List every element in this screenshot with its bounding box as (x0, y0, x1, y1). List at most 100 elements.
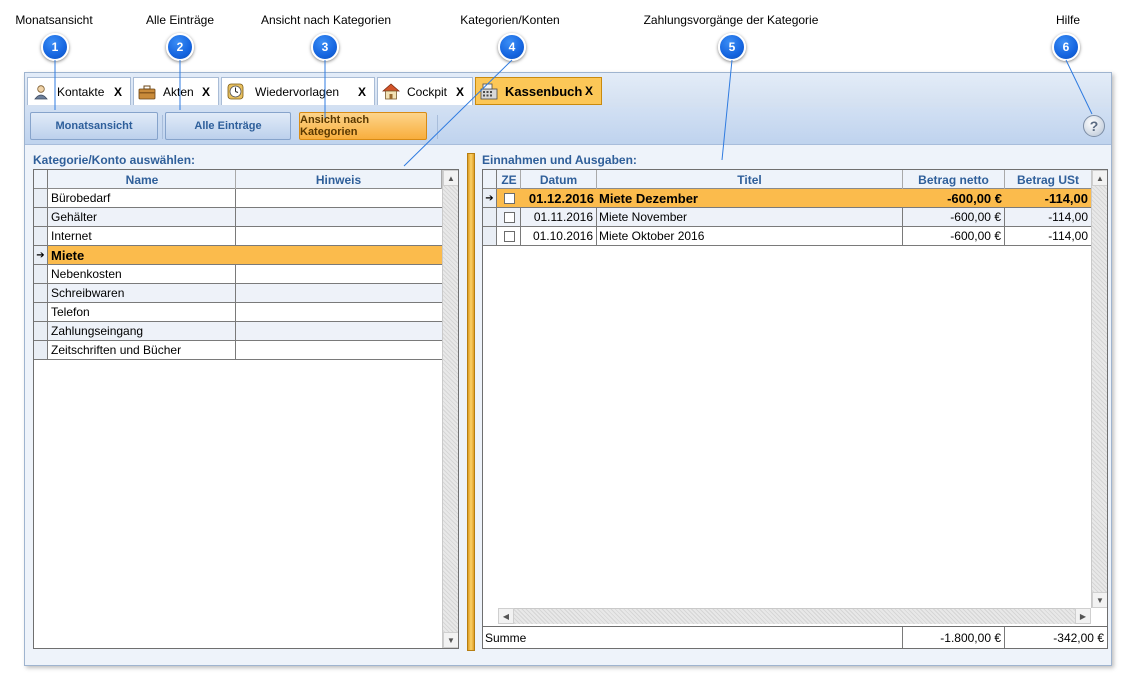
category-row[interactable]: Schreibwaren (34, 284, 442, 303)
scroll-up-arrow-icon[interactable]: ▲ (1092, 170, 1107, 186)
clock-icon (226, 83, 244, 101)
scroll-down-arrow-icon[interactable]: ▼ (1092, 592, 1107, 608)
category-note (236, 284, 442, 302)
annotation-badge-4: 4 (498, 33, 526, 61)
transaction-row-selected[interactable]: ➔ 01.12.2016 Miete Dezember -600,00 € -1… (483, 189, 1091, 208)
transaction-net-amount: -600,00 € (947, 190, 1002, 206)
tab-label: Kassenbuch (505, 83, 583, 99)
annotation-label-4: Kategorien/Konten (460, 13, 560, 27)
help-icon[interactable]: ? (1083, 115, 1105, 137)
ze-checkbox-cell[interactable] (498, 208, 521, 226)
category-name: Internet (49, 227, 236, 245)
category-note (236, 246, 442, 264)
summary-label: Summe (483, 627, 903, 648)
category-name: Telefon (49, 303, 236, 321)
category-row[interactable]: Nebenkosten (34, 265, 442, 284)
category-name: Nebenkosten (49, 265, 236, 283)
transactions-grid-header: ZE Datum Titel Betrag netto Betrag USt (483, 170, 1091, 189)
summary-net-total: -1.800,00 € (903, 627, 1005, 648)
tab-wiedervorlagen[interactable]: Wiedervorlagen X (221, 77, 375, 105)
column-header-name[interactable]: Name (49, 170, 236, 189)
ze-checkbox[interactable] (503, 211, 515, 223)
category-note (236, 189, 442, 207)
column-header-ze[interactable]: ZE (498, 170, 521, 189)
column-header-datum[interactable]: Datum (521, 170, 597, 189)
all-entries-button[interactable]: Alle Einträge (165, 112, 291, 140)
summary-vat-total: -342,00 € (1053, 630, 1104, 645)
close-tab-cockpit-button[interactable]: X (456, 85, 464, 99)
category-row[interactable]: Internet (34, 227, 442, 246)
tab-label: Cockpit (407, 84, 448, 99)
category-name: Zahlungseingang (49, 322, 236, 340)
scroll-up-arrow-icon[interactable]: ▲ (443, 170, 458, 186)
column-header-betrag-ust[interactable]: Betrag USt (1005, 170, 1091, 189)
row-indicator-header (34, 170, 48, 188)
category-row[interactable]: Gehälter (34, 208, 442, 227)
annotation-label-3: Ansicht nach Kategorien (260, 13, 392, 27)
column-header-hinweis[interactable]: Hinweis (236, 170, 442, 189)
category-row[interactable]: Bürobedarf (34, 189, 442, 208)
panel-splitter[interactable] (467, 153, 475, 651)
toolbar-divider (437, 115, 438, 139)
month-view-button[interactable]: Monatsansicht (30, 112, 158, 140)
close-tab-wiedervorlagen-button[interactable]: X (358, 85, 366, 99)
toolbar-divider (162, 115, 163, 139)
transactions-summary-row: Summe -1.800,00 € -342,00 € (483, 626, 1107, 648)
ze-checkbox-cell[interactable] (498, 227, 521, 245)
column-header-betrag-netto[interactable]: Betrag netto (903, 170, 1005, 189)
category-grid-header: Name Hinweis (34, 170, 442, 189)
category-row[interactable]: Zeitschriften und Bücher (34, 341, 442, 360)
transaction-title: Miete Oktober 2016 (597, 227, 903, 245)
tab-cockpit[interactable]: Cockpit X (377, 77, 473, 105)
tab-bar: Kontakte X Akten X Wiedervorlagen X Cock… (25, 73, 1111, 107)
row-indicator (483, 208, 497, 226)
category-name: Zeitschriften und Bücher (49, 341, 236, 359)
tab-label: Wiedervorlagen (255, 84, 340, 99)
tab-label: Kontakte (57, 84, 105, 99)
category-row[interactable]: Zahlungseingang (34, 322, 442, 341)
transaction-net-amount: -600,00 € (903, 227, 1005, 245)
transaction-row[interactable]: 01.11.2016 Miete November -600,00 € -114… (483, 208, 1091, 227)
category-grid: Name Hinweis Bürobedarf Gehälter Interne… (33, 169, 459, 649)
scroll-down-arrow-icon[interactable]: ▼ (443, 632, 458, 648)
cash-register-icon (480, 82, 498, 100)
category-row[interactable]: Telefon (34, 303, 442, 322)
transaction-date: 01.12.2016 (528, 190, 594, 206)
row-indicator (483, 227, 497, 245)
close-tab-kontakte-button[interactable]: X (114, 85, 122, 99)
tab-kontakte[interactable]: Kontakte X (27, 77, 131, 105)
category-view-button[interactable]: Ansicht nach Kategorien (299, 112, 427, 140)
transactions-horizontal-scrollbar[interactable]: ◀ ▶ (498, 608, 1091, 624)
annotation-label-1: Monatsansicht (15, 13, 93, 27)
ze-checkbox[interactable] (504, 192, 515, 204)
scroll-right-arrow-icon[interactable]: ▶ (1075, 608, 1091, 624)
transaction-title: Miete Dezember (599, 190, 698, 206)
transactions-panel-title: Einnahmen und Ausgaben: (482, 153, 637, 167)
category-note (236, 341, 442, 359)
contact-person-icon (32, 83, 50, 101)
transaction-date: 01.11.2016 (521, 208, 597, 226)
annotation-badge-2: 2 (166, 33, 194, 61)
transaction-row[interactable]: 01.10.2016 Miete Oktober 2016 -600,00 € … (483, 227, 1091, 246)
ze-checkbox[interactable] (503, 230, 515, 242)
category-vertical-scrollbar[interactable]: ▲ ▼ (442, 170, 458, 648)
tab-akten[interactable]: Akten X (133, 77, 219, 105)
row-indicator (34, 341, 48, 359)
category-row-selected[interactable]: ➔ Miete (34, 246, 442, 265)
tab-kassenbuch[interactable]: Kassenbuch X (475, 77, 602, 105)
close-tab-akten-button[interactable]: X (202, 85, 210, 99)
annotation-label-6: Hilfe (1055, 13, 1081, 27)
row-indicator-header (483, 170, 497, 188)
row-indicator (34, 322, 48, 340)
column-header-titel[interactable]: Titel (597, 170, 903, 189)
transaction-title: Miete November (597, 208, 903, 226)
transaction-vat-amount: -114,00 (1048, 210, 1088, 224)
scroll-left-arrow-icon[interactable]: ◀ (498, 608, 514, 624)
annotation-badge-6: 6 (1052, 33, 1080, 61)
annotation-label-5: Zahlungsvorgänge der Kategorie (643, 13, 819, 27)
ze-checkbox-cell[interactable] (498, 189, 521, 207)
row-indicator (34, 208, 48, 226)
transactions-vertical-scrollbar[interactable]: ▲ ▼ (1091, 170, 1107, 608)
close-tab-kassenbuch-button[interactable]: X (585, 84, 593, 98)
transactions-grid: ZE Datum Titel Betrag netto Betrag USt ➔… (482, 169, 1108, 649)
